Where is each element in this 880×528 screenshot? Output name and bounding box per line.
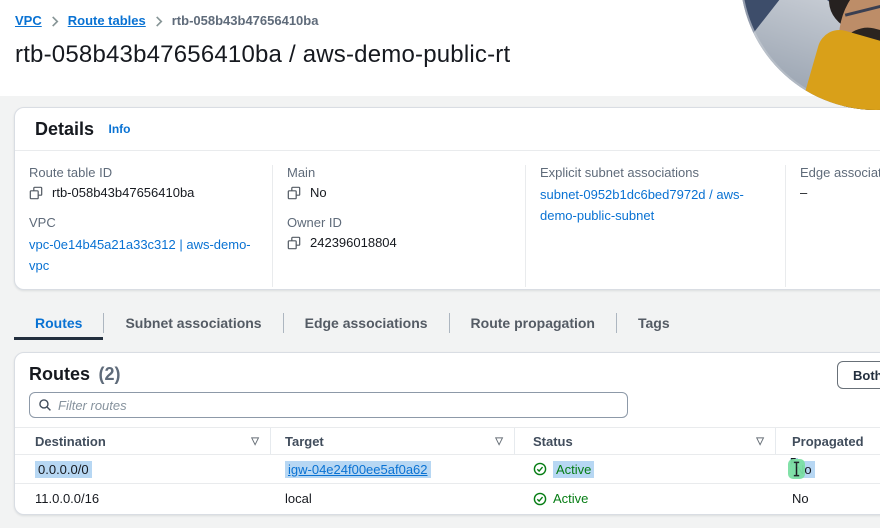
webcam-overlay: [740, 0, 880, 110]
check-circle-icon: [533, 462, 547, 476]
field-main: Main No: [287, 165, 509, 200]
main-value: No: [310, 185, 327, 200]
filter-routes-input[interactable]: [58, 398, 619, 413]
both-filter-button[interactable]: Both: [837, 361, 880, 389]
copy-icon[interactable]: [287, 236, 301, 250]
chevron-right-icon: [51, 16, 59, 27]
target-link[interactable]: igw-04e24f00ee5af0a62: [285, 461, 431, 478]
column-label: Status: [533, 434, 573, 449]
tab-bar: Routes Subnet associations Edge associat…: [14, 306, 691, 340]
breadcrumb-current: rtb-058b43b47656410ba: [172, 13, 319, 28]
target-cell: igw-04e24f00ee5af0a62: [271, 455, 515, 483]
field-edge-associations: Edge associations –: [800, 165, 880, 200]
details-card-header: Details Info: [15, 108, 880, 151]
route-table-id-value: rtb-058b43b47656410ba: [52, 185, 194, 200]
field-owner-id: Owner ID 242396018804: [287, 215, 509, 250]
field-explicit-subnet-associations: Explicit subnet associations subnet-0952…: [540, 165, 769, 227]
tab-routes[interactable]: Routes: [14, 306, 103, 340]
details-body: Route table ID rtb-058b43b47656410ba VPC…: [15, 151, 880, 287]
breadcrumb: VPC Route tables rtb-058b43b47656410ba: [15, 13, 864, 28]
routes-count: (2): [98, 364, 120, 384]
target-cell: local: [271, 484, 515, 513]
status-cell: Active: [515, 455, 776, 483]
field-label: VPC: [29, 215, 256, 230]
propagated-cell: No: [776, 455, 880, 483]
field-label: Owner ID: [287, 215, 509, 230]
column-label: Propagated: [792, 434, 864, 449]
destination-cell: 0.0.0.0/0: [15, 455, 271, 483]
status-cell: Active: [515, 484, 776, 513]
field-label: Route table ID: [29, 165, 256, 180]
sort-icon[interactable]: ▽: [251, 436, 259, 447]
column-header-propagated[interactable]: Propagated: [776, 428, 880, 454]
details-card: Details Info Route table ID rtb-058b43b4…: [14, 107, 880, 290]
details-column-3: Explicit subnet associations subnet-0952…: [526, 165, 786, 287]
copy-icon[interactable]: [287, 186, 301, 200]
details-title: Details: [35, 119, 94, 139]
info-link[interactable]: Info: [108, 122, 130, 136]
check-circle-icon: [533, 492, 547, 506]
tab-subnet-associations[interactable]: Subnet associations: [104, 306, 282, 340]
routes-title: Routes: [29, 364, 90, 384]
i-beam-cursor-icon: [792, 461, 801, 477]
table-row[interactable]: 11.0.0.0/16 local Active No: [15, 484, 880, 513]
chevron-right-icon: [155, 16, 163, 27]
details-column-4: Edge associations –: [786, 165, 880, 287]
status-value: Active: [553, 491, 588, 506]
column-header-target[interactable]: Target ▽: [271, 428, 515, 454]
page-title: rtb-058b43b47656410ba / aws-demo-public-…: [15, 41, 864, 69]
sort-icon[interactable]: ▽: [495, 436, 503, 447]
tab-route-propagation[interactable]: Route propagation: [450, 306, 616, 340]
status-value: Active: [553, 461, 594, 478]
destination-value: 0.0.0.0/0: [35, 461, 92, 478]
breadcrumb-link-route-tables[interactable]: Route tables: [68, 13, 146, 28]
field-vpc: VPC vpc-0e14b45a21a33c312 | aws-demo-vpc: [29, 215, 256, 277]
propagated-value: No: [792, 491, 809, 506]
edge-associations-value: –: [800, 185, 807, 200]
routes-table-header: Destination ▽ Target ▽ Status ▽ Propagat…: [15, 427, 880, 455]
owner-id-value: 242396018804: [310, 235, 397, 250]
search-icon: [38, 398, 52, 412]
field-label: Main: [287, 165, 509, 180]
routes-table: Destination ▽ Target ▽ Status ▽ Propagat…: [15, 427, 880, 513]
tab-edge-associations[interactable]: Edge associations: [284, 306, 449, 340]
vpc-link[interactable]: vpc-0e14b45a21a33c312 | aws-demo-vpc: [29, 237, 251, 273]
sort-icon[interactable]: ▽: [756, 436, 764, 447]
breadcrumb-link-vpc[interactable]: VPC: [15, 13, 42, 28]
column-header-destination[interactable]: Destination ▽: [15, 428, 271, 454]
field-label: Edge associations: [800, 165, 880, 180]
tab-tags[interactable]: Tags: [617, 306, 691, 340]
field-route-table-id: Route table ID rtb-058b43b47656410ba: [29, 165, 256, 200]
copy-icon[interactable]: [29, 186, 43, 200]
destination-value: 11.0.0.0/16: [35, 491, 99, 506]
routes-panel-header: Routes (2) Both: [15, 353, 880, 385]
column-label: Destination: [35, 434, 106, 449]
cursor-highlight: [788, 459, 805, 479]
details-column-1: Route table ID rtb-058b43b47656410ba VPC…: [15, 165, 273, 287]
field-label: Explicit subnet associations: [540, 165, 769, 180]
destination-cell: 11.0.0.0/16: [15, 484, 271, 513]
column-label: Target: [285, 434, 324, 449]
target-value: local: [285, 491, 312, 506]
routes-filter: [29, 392, 628, 418]
routes-panel: Routes (2) Both Destination ▽ Target ▽ S…: [14, 352, 880, 515]
column-header-status[interactable]: Status ▽: [515, 428, 776, 454]
details-column-2: Main No Owner ID 242396018804: [273, 165, 526, 287]
propagated-cell: No: [776, 484, 880, 513]
table-row[interactable]: 0.0.0.0/0 igw-04e24f00ee5af0a62 Active N…: [15, 455, 880, 484]
subnet-association-link[interactable]: subnet-0952b1dc6bed7972d / aws-demo-publ…: [540, 187, 744, 223]
